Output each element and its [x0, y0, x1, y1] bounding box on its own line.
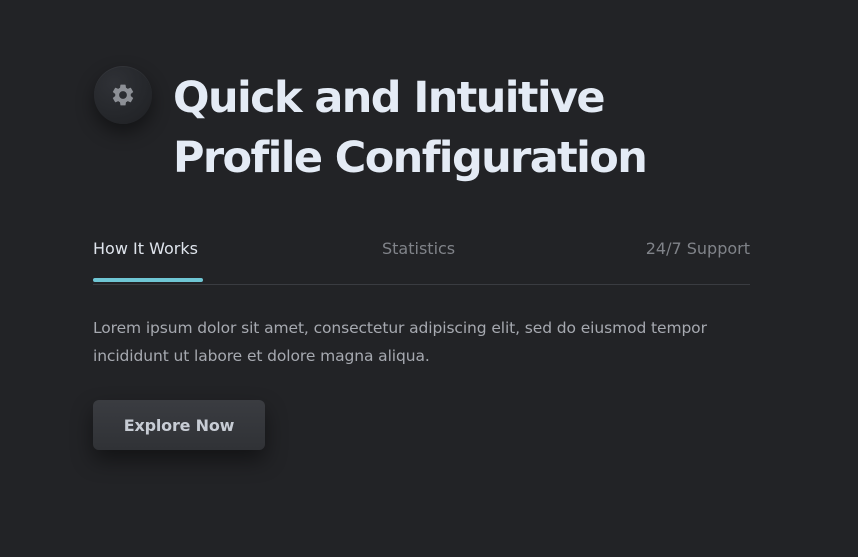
tab-statistics[interactable]: Statistics	[382, 239, 455, 259]
title-line-2: Profile Configuration	[173, 133, 648, 183]
settings-badge	[94, 66, 152, 124]
title-line-1: Quick and Intuitive	[173, 73, 606, 123]
active-tab-indicator	[93, 278, 203, 282]
tab-how-it-works[interactable]: How It Works	[93, 239, 198, 259]
explore-now-button[interactable]: Explore Now	[93, 400, 265, 450]
gear-icon	[112, 84, 134, 106]
tab-content-text: Lorem ipsum dolor sit amet, consectetur …	[93, 319, 707, 365]
hero-section: Quick and Intuitive Profile Configuratio…	[0, 0, 858, 557]
tab-bar: How It Works Statistics 24/7 Support	[93, 234, 750, 285]
tab-support[interactable]: 24/7 Support	[646, 239, 750, 259]
page-title: Quick and Intuitive Profile Configuratio…	[173, 68, 813, 188]
